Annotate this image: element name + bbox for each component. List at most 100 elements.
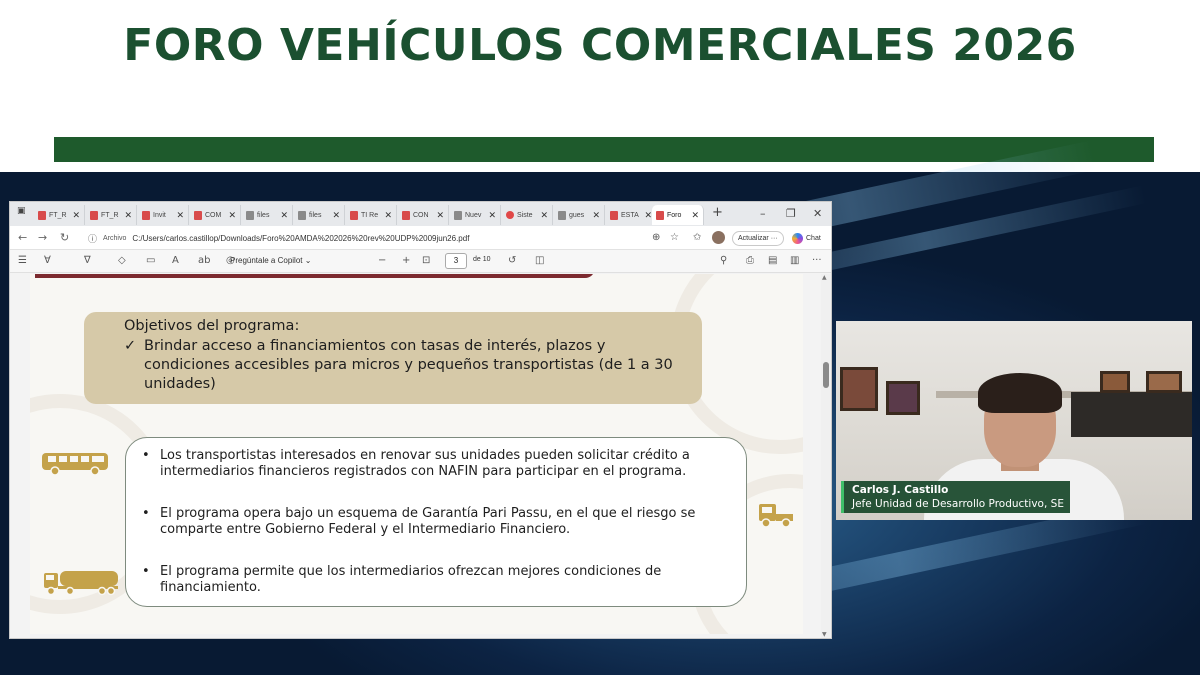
cabinet (1071, 392, 1192, 437)
bullet-icon: • (142, 448, 150, 463)
more-menu-icon[interactable]: ··· (771, 235, 778, 242)
url-text: C:/Users/carlos.castillop/Downloads/Foro… (132, 233, 470, 243)
close-icon[interactable]: ✕ (436, 210, 444, 221)
profile-avatar[interactable] (712, 231, 725, 244)
favorites-icon[interactable]: ✩ (693, 232, 701, 243)
browser-tab[interactable]: Invit ✕ (138, 205, 189, 225)
bullet-icon: • (142, 506, 150, 521)
close-icon[interactable]: ✕ (592, 210, 600, 221)
browser-tab[interactable]: COM ✕ (190, 205, 241, 225)
tanker-truck-icon (44, 571, 118, 596)
minimize-button[interactable]: – (760, 207, 766, 220)
speaker-name: Carlos J. Castillo (852, 484, 949, 496)
record-icon (506, 211, 514, 219)
browser-tab[interactable]: ESTA ✕ (606, 205, 657, 225)
list-item: • Los transportistas interesados en reno… (142, 448, 690, 479)
bullet-icon: • (142, 564, 150, 579)
scroll-up-icon[interactable]: ▲ (822, 274, 827, 281)
close-icon[interactable]: ✕ (384, 210, 392, 221)
wall-picture (1146, 371, 1182, 393)
pdf-icon (38, 210, 46, 220)
text-box-icon[interactable]: ▭ (146, 255, 155, 266)
pdf-toolbar: ☰ ∀ ∇ ◇ ▭ A ab ◎ Pregúntale a Copilot ⌄ … (10, 250, 831, 273)
ask-copilot-button[interactable]: Pregúntale a Copilot ⌄ (230, 256, 311, 265)
read-aloud-icon[interactable]: ⊕ (652, 232, 660, 243)
page-count: de 10 (473, 256, 491, 263)
close-icon[interactable]: ✕ (280, 210, 288, 221)
tab-actions-icon[interactable]: ▣ (17, 206, 26, 216)
read-aloud-icon[interactable]: A (172, 255, 179, 266)
browser-tab-active[interactable]: Foro ✕ (652, 205, 704, 225)
wall-picture (1100, 371, 1130, 393)
page-view-icon[interactable]: ◫ (535, 255, 544, 266)
slide-title: FORO VEHÍCULOS COMERCIALES 2026 (123, 20, 1077, 71)
file-icon: ⓘ (88, 233, 98, 244)
document-icon (298, 210, 306, 220)
close-icon[interactable]: ✕ (540, 210, 548, 221)
scroll-down-icon[interactable]: ▼ (822, 631, 827, 638)
close-icon[interactable]: ✕ (332, 210, 340, 221)
browser-tab[interactable]: Nuev ✕ (450, 205, 501, 225)
browser-window: FT_R ✕ FT_R ✕ Invit ✕ COM ✕ files ✕ files ✕ TI… (9, 201, 832, 639)
url-prefix: Archivo (103, 234, 127, 242)
restore-button[interactable]: ❐ (786, 207, 796, 220)
page-number-input[interactable]: 3 (445, 253, 467, 269)
scroll-thumb[interactable] (823, 362, 829, 388)
zoom-out-button[interactable]: − (378, 255, 386, 266)
favorite-star-icon[interactable]: ☆ (670, 232, 679, 243)
eraser-icon[interactable]: ◇ (118, 255, 126, 266)
new-tab-button[interactable]: + (712, 205, 723, 220)
vertical-scrollbar[interactable]: ▲ ▼ (821, 274, 831, 638)
copilot-chat-button[interactable]: Chat (792, 231, 821, 246)
pdf-icon (402, 210, 410, 220)
translate-icon[interactable]: ab (198, 255, 210, 266)
browser-tab[interactable]: TI Re ✕ (346, 205, 397, 225)
browser-tab[interactable]: FT_R ✕ (86, 205, 137, 225)
check-icon: ✓ (124, 338, 137, 354)
objectives-title: Objetivos del programa: (124, 318, 300, 334)
browser-tab[interactable]: gues ✕ (554, 205, 605, 225)
save-icon[interactable]: ▤ (768, 255, 777, 266)
close-icon[interactable]: ✕ (124, 210, 132, 221)
back-icon[interactable]: ← (18, 231, 27, 244)
close-icon[interactable]: ✕ (228, 210, 236, 221)
close-icon[interactable]: ✕ (644, 210, 652, 221)
more-options-icon[interactable]: ··· (812, 255, 822, 266)
draw-icon[interactable]: ∇ (84, 255, 91, 266)
zoom-in-button[interactable]: + (402, 255, 410, 266)
browser-tab[interactable]: files ✕ (242, 205, 293, 225)
speaker-caption: Carlos J. Castillo Jefe Unidad de Desarr… (841, 481, 1070, 513)
close-icon[interactable]: ✕ (72, 210, 80, 221)
search-icon[interactable]: ⚲ (720, 255, 727, 266)
forward-icon[interactable]: → (38, 231, 47, 244)
pdf-icon (194, 210, 202, 220)
browser-tab[interactable]: FT_R ✕ (34, 205, 85, 225)
pdf-icon (656, 210, 664, 220)
close-icon[interactable]: ✕ (488, 210, 496, 221)
truck-icon (759, 504, 793, 528)
highlight-icon[interactable]: ∀ (44, 255, 51, 266)
browser-tab[interactable]: CON ✕ (398, 205, 449, 225)
save-as-icon[interactable]: ▥ (790, 255, 799, 266)
close-icon[interactable]: ✕ (176, 210, 184, 221)
print-icon[interactable]: ⎙ (746, 255, 754, 266)
close-window-button[interactable]: ✕ (813, 207, 822, 220)
update-button[interactable]: Actualizar ··· (732, 231, 784, 246)
refresh-icon[interactable]: ↻ (60, 231, 69, 244)
tab-bar: FT_R ✕ FT_R ✕ Invit ✕ COM ✕ files ✕ files ✕ TI… (10, 202, 831, 226)
copilot-icon (792, 233, 803, 244)
close-icon[interactable]: ✕ (691, 210, 699, 221)
browser-tab[interactable]: Siste ✕ (502, 205, 553, 225)
objectives-item: ✓ Brindar acceso a financiamientos con t… (124, 338, 673, 392)
bus-icon (42, 453, 108, 476)
browser-tab[interactable]: files ✕ (294, 205, 345, 225)
wall-picture (886, 381, 920, 415)
pdf-icon (142, 210, 150, 220)
program-details-box: • Los transportistas interesados en reno… (125, 437, 747, 607)
pdf-icon (350, 210, 358, 220)
fit-page-icon[interactable]: ⊡ (422, 255, 430, 266)
rotate-icon[interactable]: ↺ (508, 255, 516, 266)
list-item: • El programa opera bajo un esquema de G… (142, 506, 696, 537)
contents-icon[interactable]: ☰ (18, 255, 27, 266)
url-field[interactable]: ⓘ Archivo C:/Users/carlos.castillop/Down… (88, 230, 648, 246)
